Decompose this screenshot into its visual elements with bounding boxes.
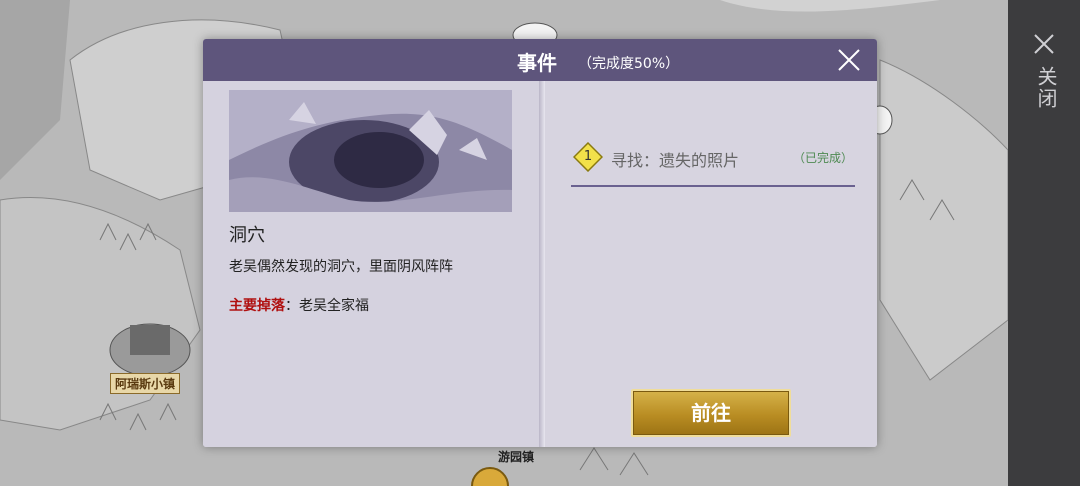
main-drop-row: 主要掉落：老吴全家福: [229, 295, 369, 315]
event-description: 老吴偶然发现的洞穴，里面阴风阵阵: [229, 259, 453, 275]
close-icon[interactable]: [1032, 32, 1056, 56]
side-close-panel[interactable]: 关闭: [1008, 0, 1080, 486]
map-park-label[interactable]: 游园镇: [498, 448, 534, 465]
task-text: 寻找：遗失的照片: [611, 151, 740, 170]
main-drop-value: 老吴全家福: [299, 298, 369, 314]
task-panel: 1 寻找：遗失的照片 （已完成） 前往: [545, 81, 877, 447]
task-number: 1: [583, 149, 593, 164]
close-icon[interactable]: [837, 48, 861, 72]
task-divider: [571, 185, 855, 187]
dialog-progress: （完成度50%）: [578, 56, 680, 72]
event-dialog: 事件 （完成度50%） 洞穴 老吴偶然发现的洞穴，里面阴风阵阵 主要掉落：老吴全…: [203, 39, 877, 447]
side-close-label[interactable]: 关闭: [1034, 66, 1058, 110]
main-drop-label: 主要掉落: [229, 298, 285, 314]
dialog-header: 事件 （完成度50%）: [203, 39, 877, 81]
task-status: （已完成）: [793, 151, 854, 165]
go-button[interactable]: 前往: [631, 389, 791, 437]
dialog-title: 事件: [517, 51, 557, 75]
main-drop-colon: ：: [285, 298, 299, 314]
event-name: 洞穴: [229, 225, 265, 246]
cave-image: [229, 90, 512, 212]
event-info-panel: 洞穴 老吴偶然发现的洞穴，里面阴风阵阵 主要掉落：老吴全家福: [203, 81, 541, 447]
map-town-label[interactable]: 阿瑞斯小镇: [110, 373, 181, 394]
task-item[interactable]: 1 寻找：遗失的照片 （已完成）: [573, 141, 855, 175]
